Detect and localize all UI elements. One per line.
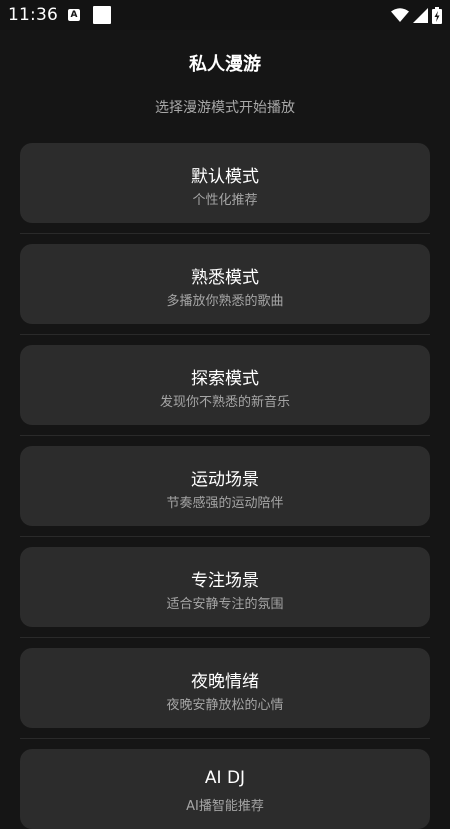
mode-title: 专注场景 [191,571,259,591]
mode-card-focus[interactable]: 专注场景 适合安静专注的氛围 [20,547,430,627]
mode-card-sport[interactable]: 运动场景 节奏感强的运动陪伴 [20,446,430,526]
divider [20,435,430,436]
mode-description: 发现你不熟悉的新音乐 [159,395,290,410]
mode-card-default[interactable]: 默认模式 个性化推荐 [20,143,430,223]
mode-title: 熟悉模式 [191,268,259,288]
divider [20,334,430,335]
mode-title: 探索模式 [191,369,259,389]
mode-description: AI播智能推荐 [186,799,264,814]
a-notification-icon: A [68,9,80,21]
mode-title: 夜晚情绪 [191,672,259,692]
mode-description: 适合安静专注的氛围 [166,597,284,612]
divider [20,738,430,739]
mode-card-familiar[interactable]: 熟悉模式 多播放你熟悉的歌曲 [20,244,430,324]
mode-title: AI DJ [204,768,246,788]
mode-card-night[interactable]: 夜晚情绪 夜晚安静放松的心情 [20,648,430,728]
mode-list: 默认模式 个性化推荐 熟悉模式 多播放你熟悉的歌曲 探索模式 发现你不熟悉的新音… [20,143,430,829]
mode-card-explore[interactable]: 探索模式 发现你不熟悉的新音乐 [20,345,430,425]
divider [20,637,430,638]
mode-description: 多播放你熟悉的歌曲 [166,294,284,309]
mode-description: 节奏感强的运动陪伴 [166,496,284,511]
divider [20,233,430,234]
status-right-icons [391,6,442,24]
status-time: 11:36 [8,5,58,25]
page-subtitle: 选择漫游模式开始播放 [155,100,295,116]
mode-title: 默认模式 [191,167,259,187]
status-bar: 11:36 A [0,0,450,30]
mode-description: 个性化推荐 [192,193,258,208]
mode-description: 夜晚安静放松的心情 [166,698,284,713]
divider [20,536,430,537]
wifi-icon [391,8,409,22]
battery-charging-icon [432,6,442,24]
mode-card-ai-dj[interactable]: AI DJ AI播智能推荐 [20,749,430,829]
signal-icon [413,7,428,23]
page-title: 私人漫游 [189,54,261,75]
mode-title: 运动场景 [191,470,259,490]
square-notification-icon [93,6,111,24]
